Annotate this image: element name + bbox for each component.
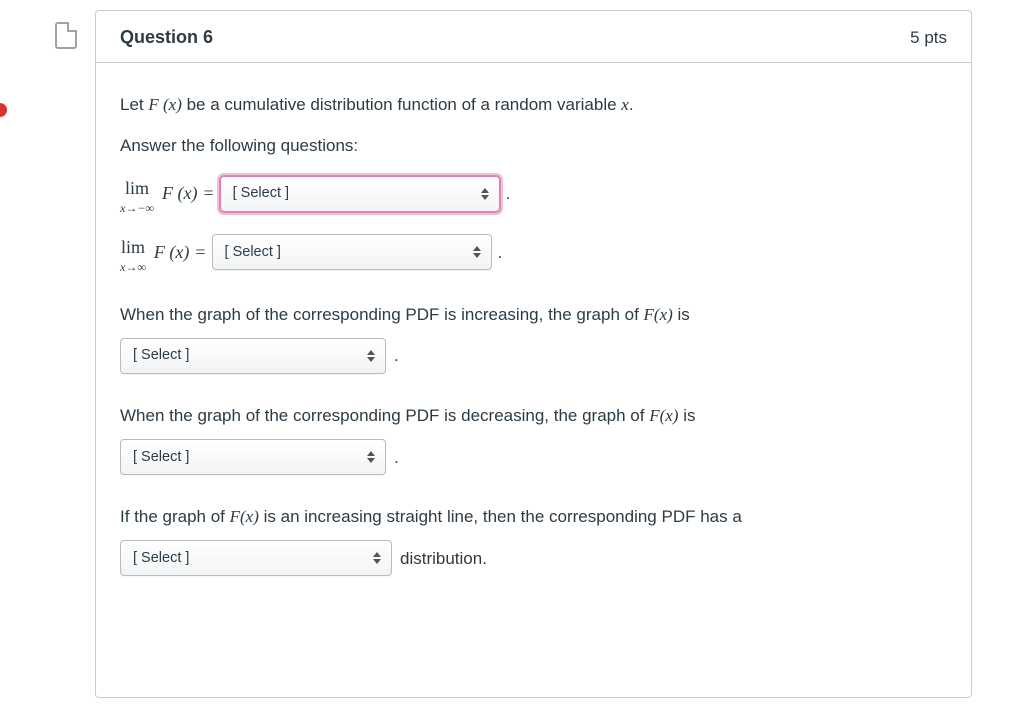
q5-block: If the graph of F(x) is an increasing st…	[120, 503, 947, 576]
question-points: 5 pts	[910, 28, 947, 48]
q3-post: is	[673, 305, 690, 324]
q4-pre: When the graph of the corresponding PDF …	[120, 406, 649, 425]
chevron-updown-icon	[366, 348, 376, 364]
period-2: .	[506, 180, 511, 207]
q5-text: If the graph of F(x) is an increasing st…	[120, 503, 947, 530]
intro1-post: be a cumulative distribution function of…	[182, 95, 621, 114]
question-header: Question 6 5 pts	[96, 11, 971, 63]
q5-pre: If the graph of	[120, 507, 230, 526]
lim-bot: x→−∞	[120, 201, 154, 215]
select-distribution-type[interactable]: [ Select ]	[120, 540, 392, 576]
chevron-updown-icon	[366, 449, 376, 465]
period-1: .	[629, 95, 634, 114]
chevron-updown-icon	[472, 244, 482, 260]
math-Fx-1: F (x)	[162, 179, 197, 208]
q4-post: is	[678, 406, 695, 425]
q4-text: When the graph of the corresponding PDF …	[120, 402, 947, 429]
limit-pos-inf-row: lim x→∞ F (x) = [ Select ] .	[120, 234, 947, 271]
period-4: .	[394, 342, 399, 369]
chevron-updown-icon	[480, 186, 490, 202]
q3-select-row: [ Select ] .	[120, 338, 947, 374]
q5-select-row: [ Select ] distribution.	[120, 540, 947, 576]
status-indicator-dot	[0, 103, 7, 117]
equals-1: =	[203, 179, 213, 208]
limit-neg-inf-label: lim x→−∞	[120, 179, 154, 216]
select-placeholder: [ Select ]	[133, 547, 189, 570]
question-card: Question 6 5 pts Let F (x) be a cumulati…	[95, 10, 972, 698]
chevron-updown-icon	[372, 550, 382, 566]
select-placeholder: [ Select ]	[133, 344, 189, 367]
q3-pre: When the graph of the corresponding PDF …	[120, 305, 644, 324]
limit-neg-inf-row: lim x→−∞ F (x) = [ Select ] .	[120, 175, 947, 212]
math-Fx-2: F (x)	[154, 238, 189, 267]
lim-top-2: lim	[121, 237, 145, 257]
intro1-pre: Let	[120, 95, 148, 114]
period-5: .	[394, 444, 399, 471]
q5-tail: distribution.	[400, 545, 487, 572]
math-Fx-5: F(x)	[230, 507, 259, 526]
select-placeholder: [ Select ]	[225, 241, 281, 264]
math-x: x	[621, 95, 629, 114]
question-title: Question 6	[120, 27, 213, 48]
select-pdf-increasing[interactable]: [ Select ]	[120, 338, 386, 374]
select-placeholder: [ Select ]	[233, 182, 289, 205]
lim-bot-2: x→∞	[120, 260, 146, 274]
select-pdf-decreasing[interactable]: [ Select ]	[120, 439, 386, 475]
equals-2: =	[195, 238, 205, 267]
limit-pos-inf-label: lim x→∞	[120, 238, 146, 275]
question-body: Let F (x) be a cumulative distribution f…	[96, 63, 971, 606]
q4-select-row: [ Select ] .	[120, 439, 947, 475]
intro-line-2: Answer the following questions:	[120, 132, 947, 159]
select-limit-neg-inf[interactable]: [ Select ]	[220, 176, 500, 212]
math-Fx: F (x)	[148, 95, 182, 114]
select-limit-pos-inf[interactable]: [ Select ]	[212, 234, 492, 270]
q3-text: When the graph of the corresponding PDF …	[120, 301, 947, 328]
math-Fx-3: F(x)	[644, 305, 673, 324]
document-icon	[55, 22, 77, 49]
math-Fx-4: F(x)	[649, 406, 678, 425]
q3-block: When the graph of the corresponding PDF …	[120, 301, 947, 374]
intro-line-1: Let F (x) be a cumulative distribution f…	[120, 91, 947, 118]
page-root: Question 6 5 pts Let F (x) be a cumulati…	[0, 0, 1024, 716]
lim-top: lim	[125, 178, 149, 198]
select-placeholder: [ Select ]	[133, 446, 189, 469]
q4-block: When the graph of the corresponding PDF …	[120, 402, 947, 475]
period-3: .	[498, 239, 503, 266]
q5-mid: is an increasing straight line, then the…	[259, 507, 742, 526]
